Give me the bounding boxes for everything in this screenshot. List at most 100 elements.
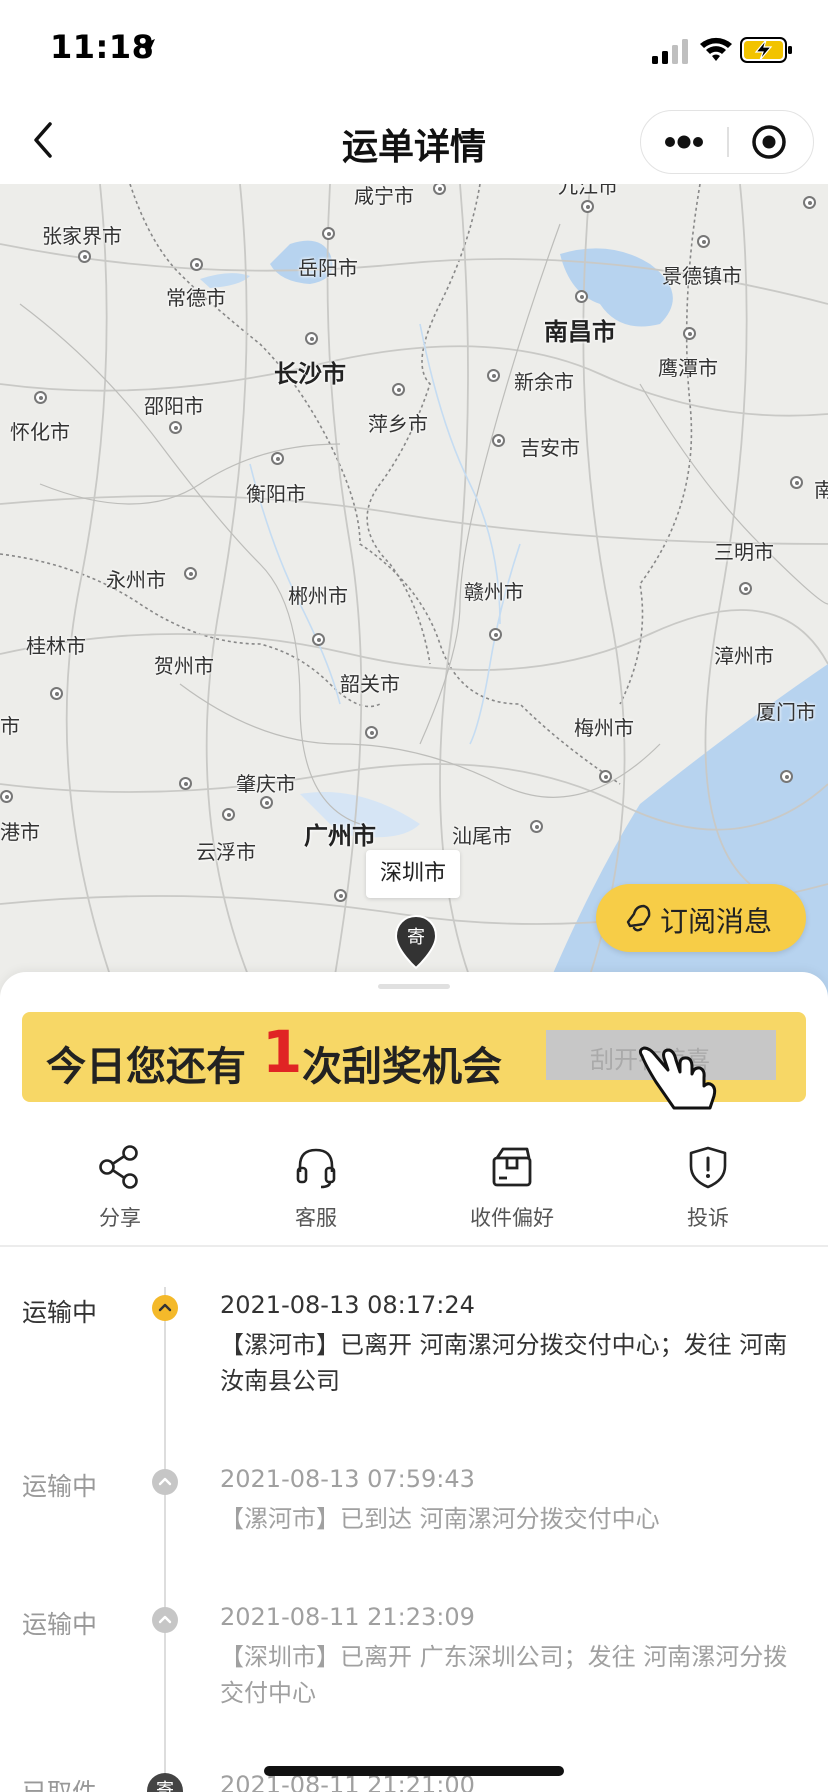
city-dot bbox=[34, 391, 47, 404]
sheet-drag-handle[interactable] bbox=[378, 984, 450, 989]
customer-service-button[interactable]: 客服 bbox=[236, 1122, 396, 1246]
city-label: 厦门市 bbox=[756, 700, 816, 724]
chevron-up-icon bbox=[152, 1469, 178, 1495]
home-indicator bbox=[264, 1766, 564, 1776]
city-dot bbox=[581, 200, 594, 213]
timeline-status: 运输中 bbox=[22, 1298, 98, 1327]
city-label: 衡阳市 bbox=[246, 482, 306, 506]
timeline-desc: 【深圳市】已离开 广东深圳公司；发往 河南漯河分拨交付中心 bbox=[220, 1643, 788, 1707]
location-arrow-icon bbox=[137, 39, 155, 57]
city-label: 郴州市 bbox=[288, 584, 348, 608]
city-dot bbox=[179, 777, 192, 790]
pin-char: 寄 bbox=[407, 927, 425, 948]
timeline-time: 2021-08-13 07:59:43 bbox=[220, 1465, 475, 1493]
city-label: 常德市 bbox=[166, 286, 226, 310]
city-label: 肇庆市 bbox=[236, 772, 296, 796]
timeline-desc: 【漯河市】已到达 河南漯河分拨交付中心 bbox=[220, 1505, 660, 1533]
city-dot bbox=[790, 476, 803, 489]
share-button[interactable]: 分享 bbox=[40, 1122, 200, 1246]
more-icon[interactable] bbox=[641, 111, 727, 173]
city-label: 张家界市 bbox=[42, 224, 122, 248]
chevron-up-icon bbox=[152, 1295, 178, 1321]
timeline-time: 2021-08-11 21:23:09 bbox=[220, 1603, 475, 1631]
city-label: 新余市 bbox=[514, 370, 574, 394]
timeline-line bbox=[164, 1287, 166, 1792]
city-label: 赣州市 bbox=[464, 580, 524, 604]
city-dot bbox=[169, 421, 182, 434]
city-label: 广州市 bbox=[304, 822, 376, 850]
city-label: 三明市 bbox=[714, 540, 774, 564]
bell-icon bbox=[626, 904, 651, 932]
city-dot bbox=[489, 628, 502, 641]
city-dot bbox=[190, 258, 203, 271]
city-dot bbox=[739, 582, 752, 595]
close-target-icon[interactable] bbox=[729, 111, 813, 173]
city-label: 吉安市 bbox=[520, 436, 580, 460]
city-dot bbox=[487, 369, 500, 382]
city-label: 港市 bbox=[0, 820, 40, 844]
city-dot bbox=[184, 567, 197, 580]
city-dot bbox=[271, 452, 284, 465]
city-dot bbox=[50, 687, 63, 700]
headset-icon bbox=[296, 1148, 336, 1189]
city-dot bbox=[365, 726, 378, 739]
battery-charging-icon bbox=[740, 37, 792, 63]
map-view[interactable]: 咸宁市 九江市 张家界市 岳阳市 常德市 景德镇市 南昌市 长沙市 新余市 鹰潭… bbox=[0, 184, 828, 1004]
city-label: 南昌市 bbox=[544, 318, 616, 346]
scratch-text-before: 今日您还有 bbox=[46, 1044, 246, 1090]
scratch-card-banner[interactable]: 今日您还有 1 次刮奖机会 刮开有惊喜 bbox=[22, 1012, 806, 1110]
status-bar: 11:18 bbox=[0, 0, 828, 96]
city-label: 梅州市 bbox=[574, 716, 634, 740]
tracking-timeline: 运输中 2021-08-13 08:17:24 【漯河市】已离开 河南漯河分拨交… bbox=[0, 1247, 828, 1792]
city-label: 市 bbox=[0, 714, 20, 738]
pointing-hand-icon bbox=[638, 1046, 717, 1110]
city-label: 韶关市 bbox=[340, 672, 400, 696]
city-label: 漳州市 bbox=[714, 644, 774, 668]
city-label: 鹰潭市 bbox=[658, 356, 718, 380]
action-label: 投诉 bbox=[687, 1206, 729, 1230]
city-label: 云浮市 bbox=[196, 840, 256, 864]
package-icon bbox=[492, 1147, 532, 1187]
wifi-icon bbox=[700, 37, 732, 61]
city-label: 桂林市 bbox=[26, 634, 86, 658]
send-node-icon: 寄 bbox=[147, 1773, 183, 1792]
city-dot bbox=[392, 383, 405, 396]
city-label: 长沙市 bbox=[274, 360, 346, 388]
map-pin-icon[interactable]: 寄 bbox=[394, 914, 438, 970]
city-dot bbox=[0, 790, 13, 803]
timeline-status: 已取件 bbox=[22, 1773, 97, 1792]
city-dot bbox=[222, 808, 235, 821]
bottom-sheet: 今日您还有 1 次刮奖机会 刮开有惊喜 分享 客服 bbox=[0, 972, 828, 1792]
city-label: 邵阳市 bbox=[144, 394, 204, 418]
city-dot bbox=[575, 290, 588, 303]
city-dot bbox=[803, 196, 816, 209]
action-label: 收件偏好 bbox=[470, 1206, 554, 1230]
cellular-signal-icon bbox=[652, 39, 688, 64]
city-dot bbox=[530, 820, 543, 833]
city-dot bbox=[322, 227, 335, 240]
subscribe-label: 订阅消息 bbox=[660, 905, 773, 938]
city-dot bbox=[305, 332, 318, 345]
chevron-up-icon bbox=[152, 1607, 178, 1633]
city-dot bbox=[492, 434, 505, 447]
complaint-button[interactable]: 投诉 bbox=[628, 1122, 788, 1246]
timeline-time: 2021-08-13 08:17:24 bbox=[220, 1291, 475, 1319]
delivery-preference-button[interactable]: 收件偏好 bbox=[432, 1122, 592, 1246]
timeline-status: 运输中 bbox=[22, 1472, 98, 1501]
quick-actions: 分享 客服 收件偏好 投诉 bbox=[0, 1122, 828, 1246]
city-label: 永州市 bbox=[106, 568, 166, 592]
city-label: 景德镇市 bbox=[662, 264, 742, 288]
subscribe-button[interactable]: 订阅消息 bbox=[596, 884, 806, 952]
timeline-desc: 【漯河市】已离开 河南漯河分拨交付中心；发往 河南汝南县公司 bbox=[220, 1331, 788, 1395]
scratch-text-after: 次刮奖机会 bbox=[302, 1044, 502, 1090]
city-dot bbox=[697, 235, 710, 248]
scratch-count: 1 bbox=[262, 1018, 303, 1086]
action-label: 分享 bbox=[99, 1206, 141, 1230]
share-icon bbox=[99, 1145, 138, 1189]
destination-marker-label: 深圳市 bbox=[366, 850, 460, 898]
city-dot bbox=[599, 770, 612, 783]
city-label: 岳阳市 bbox=[298, 256, 358, 280]
city-dot bbox=[683, 327, 696, 340]
mini-program-capsule bbox=[640, 110, 814, 174]
city-label: 萍乡市 bbox=[368, 412, 428, 436]
